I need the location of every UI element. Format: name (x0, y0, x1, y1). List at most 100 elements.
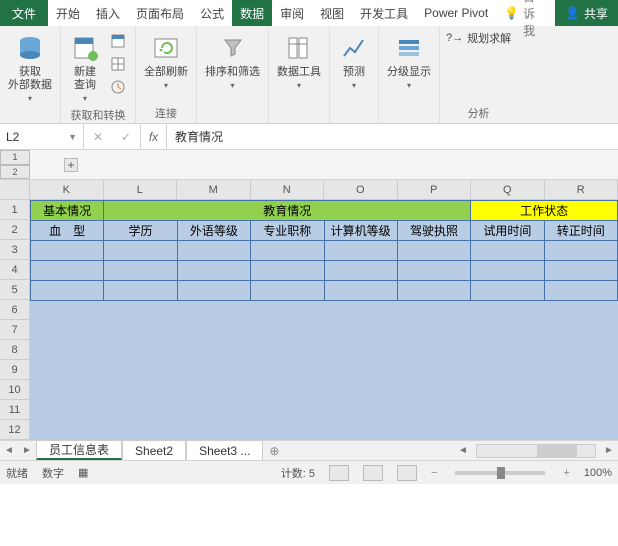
cell[interactable] (544, 261, 617, 281)
col-Q[interactable]: Q (471, 180, 545, 200)
cell[interactable]: 转正时间 (544, 221, 617, 241)
cell[interactable]: 外语等级 (177, 221, 250, 241)
cell[interactable] (324, 281, 397, 301)
sheet-tab-1[interactable]: 员工信息表 (36, 440, 122, 460)
row-11[interactable]: 11 (0, 400, 30, 420)
cell[interactable] (104, 281, 177, 301)
row-5[interactable]: 5 (0, 280, 30, 300)
outline-expand[interactable]: + (30, 150, 78, 179)
cell-work-header[interactable]: 工作状态 (471, 201, 618, 221)
cell[interactable] (324, 261, 397, 281)
chevron-down-icon[interactable]: ▼ (68, 132, 77, 142)
cell[interactable] (397, 261, 470, 281)
cell[interactable] (31, 241, 104, 261)
refresh-all-button[interactable]: 全部刷新 ▾ (142, 30, 190, 92)
cell[interactable] (31, 261, 104, 281)
cells-area[interactable]: 基本情况 教育情况 工作状态 血 型 学历 外语等级 专业职称 计算机等级 驾驶… (30, 200, 618, 440)
row-2[interactable]: 2 (0, 220, 30, 240)
tab-review[interactable]: 审阅 (272, 0, 312, 26)
cell-edu-header[interactable]: 教育情况 (104, 201, 471, 221)
cell[interactable] (104, 261, 177, 281)
cell[interactable]: 血 型 (31, 221, 104, 241)
tab-file[interactable]: 文件 (0, 0, 48, 26)
tab-data[interactable]: 数据 (232, 0, 272, 26)
row-4[interactable]: 4 (0, 260, 30, 280)
tab-layout[interactable]: 页面布局 (128, 0, 192, 26)
sheet-tab-2[interactable]: Sheet2 (122, 440, 186, 460)
fx-icon[interactable]: fx (141, 124, 167, 149)
formula-input[interactable]: 教育情况 (167, 124, 618, 149)
cell[interactable]: 学历 (104, 221, 177, 241)
cell[interactable] (471, 261, 544, 281)
cell[interactable]: 驾驶执照 (397, 221, 470, 241)
share-button[interactable]: 👤 共享 (555, 0, 618, 26)
row-10[interactable]: 10 (0, 380, 30, 400)
solver-button[interactable]: ?→ 规划求解 (446, 30, 511, 46)
row-9[interactable]: 9 (0, 360, 30, 380)
outline-levels[interactable]: 12 (0, 150, 30, 179)
tab-powerpivot[interactable]: Power Pivot (416, 0, 496, 26)
recent-sources-icon[interactable] (107, 76, 129, 98)
zoom-knob[interactable] (497, 467, 505, 479)
zoom-slider[interactable] (455, 471, 545, 475)
zoom-out-button[interactable]: − (431, 467, 437, 479)
spreadsheet-grid[interactable]: K L M N O P Q R 1 2 3 4 5 6 7 8 9 10 11 … (0, 180, 618, 440)
add-sheet-button[interactable]: ⊕ (263, 441, 285, 460)
tab-insert[interactable]: 插入 (88, 0, 128, 26)
cell[interactable]: 试用时间 (471, 221, 544, 241)
from-table-icon[interactable] (107, 53, 129, 75)
outline-button[interactable]: 分级显示 ▾ (385, 30, 433, 92)
col-K[interactable]: K (30, 180, 104, 200)
col-P[interactable]: P (398, 180, 472, 200)
col-O[interactable]: O (324, 180, 398, 200)
col-M[interactable]: M (177, 180, 251, 200)
view-pagebreak-button[interactable] (397, 465, 417, 481)
cell[interactable] (251, 241, 324, 261)
cell[interactable] (251, 261, 324, 281)
forecast-button[interactable]: 预测 ▾ (336, 30, 372, 92)
cell[interactable] (251, 281, 324, 301)
cell[interactable] (397, 281, 470, 301)
tab-view[interactable]: 视图 (312, 0, 352, 26)
row-1[interactable]: 1 (0, 200, 30, 220)
view-normal-button[interactable] (329, 465, 349, 481)
select-all-corner[interactable] (0, 180, 30, 200)
col-R[interactable]: R (545, 180, 618, 200)
new-query-button[interactable]: 新建 查询 ▾ (67, 30, 103, 105)
zoom-level[interactable]: 100% (584, 467, 612, 479)
row-3[interactable]: 3 (0, 240, 30, 260)
tab-formula[interactable]: 公式 (192, 0, 232, 26)
macro-icon[interactable]: ▦ (78, 466, 88, 479)
cell[interactable]: 计算机等级 (324, 221, 397, 241)
row-6[interactable]: 6 (0, 300, 30, 320)
sheet-nav-prev[interactable]: ◄ (0, 445, 18, 456)
enter-icon[interactable]: ✓ (112, 130, 140, 144)
hscroll-thumb[interactable] (537, 445, 577, 457)
get-external-data-button[interactable]: 获取 外部数据 ▾ (6, 30, 54, 105)
hscrollbar[interactable] (476, 444, 596, 458)
name-box[interactable]: L2 ▼ (0, 124, 84, 149)
row-7[interactable]: 7 (0, 320, 30, 340)
sheet-tab-3[interactable]: Sheet3 ... (186, 440, 263, 460)
hscroll-left[interactable]: ◄ (454, 445, 472, 456)
cell[interactable] (471, 281, 544, 301)
cell[interactable]: 专业职称 (251, 221, 324, 241)
row-12[interactable]: 12 (0, 420, 30, 440)
sheet-nav-next[interactable]: ► (18, 445, 36, 456)
col-L[interactable]: L (104, 180, 178, 200)
tab-home[interactable]: 开始 (48, 0, 88, 26)
col-N[interactable]: N (251, 180, 325, 200)
tell-me[interactable]: 💡 告诉我 (496, 0, 555, 26)
sort-filter-button[interactable]: 排序和筛选 ▾ (203, 30, 262, 92)
zoom-in-button[interactable]: + (563, 467, 569, 479)
view-layout-button[interactable] (363, 465, 383, 481)
cell[interactable] (104, 241, 177, 261)
cell[interactable] (177, 261, 250, 281)
cancel-icon[interactable]: ✕ (84, 130, 112, 144)
data-tools-button[interactable]: 数据工具 ▾ (275, 30, 323, 92)
cell[interactable] (544, 281, 617, 301)
cell[interactable] (324, 241, 397, 261)
cell[interactable] (471, 241, 544, 261)
hscroll-right[interactable]: ► (600, 445, 618, 456)
cell[interactable] (177, 241, 250, 261)
